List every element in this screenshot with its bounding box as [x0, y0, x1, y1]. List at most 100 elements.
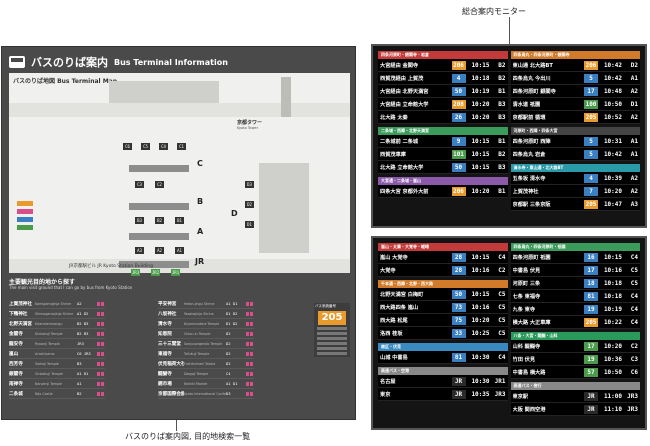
departure-destination: 大宮経由 北野天満宮 [380, 88, 429, 95]
departure-time: 10:20 [471, 187, 490, 195]
route-tags [97, 381, 105, 386]
route-number-badge: 205 [584, 112, 598, 122]
departure-destination: 東山通 北大路BT [512, 62, 553, 69]
stop-marker: JR2 [151, 269, 160, 276]
destination-section-subtitle: The main visit ground that I can go by b… [9, 285, 133, 290]
departure-row: 大覚寺 28 10:16 C2 [378, 264, 508, 277]
destination-name-en: Fushimiinari Taisha [184, 361, 216, 366]
departure-group: 二条城・西陣・北野天満宮 二条城前 二条城 9 10:15 B1 西賀茂車庫 101 10:1… [378, 127, 508, 174]
destination-row: 上賀茂神社 Kamigamojinja Shrine A2 [9, 299, 105, 309]
departure-time: 11:00 [603, 392, 622, 400]
departure-row: 東京駅 JR 11:00 JR3 [510, 390, 640, 403]
route-number-badge: 206 [451, 186, 466, 196]
departure-group: 嵐山・太秦・大覚寺・嵯峨 嵐山 大覚寺 28 10:15 C4 大覚寺 28 10:16 C2 [378, 243, 508, 277]
route-number-badge: JR [584, 404, 598, 414]
departure-bay: B1 [498, 137, 506, 145]
destination-bays: D2 [226, 341, 231, 346]
departure-destination: 京都駅前 循環 [512, 114, 546, 121]
departure-group-header: 二条城・西陣・北野天満宮 [378, 127, 508, 135]
route-number-badge: 19 [584, 304, 598, 314]
destination-name-en: Daigoji Temple [184, 371, 209, 376]
route-number-badge: JR [451, 389, 466, 399]
route-number-badge: 9 [451, 136, 466, 146]
departure-bay: A1 [630, 74, 638, 82]
departure-row: 山城 中書島 81 10:30 C4 [378, 351, 508, 364]
departure-time: 10:35 [471, 390, 490, 398]
departure-row: 五条坂 清水寺 4 10:39 A2 [510, 172, 640, 185]
destination-bays: A1 D1 [77, 371, 89, 376]
destination-name-en: Kamigamojinja Shrine [35, 301, 72, 306]
departure-time: 10:15 [471, 290, 490, 298]
destination-name: 伏見稲荷大社 [158, 361, 184, 367]
destination-row: 銀閣寺 Ginkakuji Temple A1 D1 [9, 369, 105, 379]
destination-name: 下鴨神社 [9, 311, 28, 317]
route-number-badge: 18 [584, 278, 598, 288]
destination-row: 西芳寺 Saihoji Temple B3 [9, 359, 105, 369]
route-number-badge: 81 [451, 352, 466, 362]
departure-row: 中書島 伏見 17 10:16 C5 [510, 264, 640, 277]
departure-group-header: 嵐山・太秦・大覚寺・嵯峨 [378, 243, 508, 251]
destination-name: 三十三間堂 [158, 341, 181, 347]
departure-bay: A2 [630, 174, 638, 182]
departure-destination: 西大路 松尾 [380, 317, 408, 324]
departure-time: 10:16 [603, 266, 622, 274]
board-caption: バスのりば案内図, 目的地検索一覧 [125, 432, 251, 441]
departure-bay: B3 [498, 113, 506, 121]
destination-row: 北野天満宮 Kitanotenmangu B2 B3 [9, 319, 105, 329]
departure-time: 10:50 [603, 368, 622, 376]
route-tags [97, 361, 105, 366]
departure-bay: A2 [630, 87, 638, 95]
departure-destination: 中書島 横大路 [512, 369, 546, 376]
departure-destination: 横大路 大正車庫 [512, 319, 551, 326]
departure-time: 10:47 [603, 200, 622, 208]
route-number-badge: 50 [451, 289, 466, 299]
departure-time: 10:18 [603, 279, 622, 287]
route-key-caption: バス系統番号 [315, 304, 336, 308]
departure-bay: C6 [630, 368, 638, 376]
departure-time: 10:15 [471, 163, 490, 171]
departure-time: 11:10 [603, 405, 622, 413]
departure-row: 名古屋 JR 10:30 JR1 [378, 375, 508, 388]
departure-time: 10:15 [471, 150, 490, 158]
route-number-badge: 5 [584, 149, 598, 159]
route-key-rows [314, 327, 350, 355]
destination-name-en: Chion-in Temple [184, 331, 211, 336]
destination-row: 平安神宮 Heian-jingu Shrine A1 D1 [158, 299, 254, 309]
destination-name-en: Yasakajinja Shrine [184, 311, 214, 316]
route-tags [246, 351, 254, 356]
destination-name: 南禅寺 [9, 381, 23, 387]
stop-marker: B1 [175, 217, 184, 224]
departure-bay: A1 [630, 137, 638, 145]
departure-group-header: 八条・大宮・醍醐・山科 [510, 332, 640, 340]
departure-bay: A1 [630, 150, 638, 158]
departure-group: 大宮通・二条城・嵐山 四条大宮 京都外大前 206 10:20 B1 [378, 177, 508, 198]
departure-group-header: 千本通・西陣・北野・西大路 [378, 280, 508, 288]
departure-destination: 大阪 関西空港 [512, 406, 546, 413]
destination-name-en: Saihoji Temple [35, 361, 59, 366]
departure-bay: JR3 [494, 390, 506, 398]
monitor-2-right-column: 四条烏丸・四条河原町・祇園 四条河原町 祇園 16 10:15 C4 中書島 伏見 17 10… [510, 243, 640, 423]
departure-row: 二条城前 二条城 9 10:15 B1 [378, 135, 508, 148]
monitor-2-left-column: 嵐山・太秦・大覚寺・嵯峨 嵐山 大覚寺 28 10:15 C4 大覚寺 28 10:16 C2 千… [378, 243, 508, 423]
departure-row: 西大路四条 嵐山 73 10:16 C5 [378, 301, 508, 314]
departure-group: 高速バス・夜行 東京駅 JR 11:00 JR3 大阪 関西空港 JR 11:10 JR3 [510, 382, 640, 416]
departure-destination: 西大路四条 嵐山 [380, 304, 419, 311]
caption-leader-line [176, 420, 177, 431]
departure-time: 10:42 [603, 150, 622, 158]
kyoto-tower-shape [281, 77, 291, 117]
departure-row: 北大路 太秦 26 10:20 B3 [378, 111, 508, 124]
departure-destination: 北野天満宮 白梅町 [380, 291, 424, 298]
legend-swatch [17, 201, 33, 206]
departure-time: 10:42 [603, 61, 622, 69]
stop-marker: C3 [135, 181, 144, 188]
departure-destination: 西賀茂経由 上賀茂 [380, 75, 424, 82]
departure-destination: 九条 東寺 [512, 306, 536, 313]
route-number-badge: 205 [584, 317, 598, 327]
departure-bay: B1 [498, 187, 506, 195]
destination-name: 平安神宮 [158, 301, 177, 307]
departure-bay: C5 [498, 329, 506, 337]
destination-name-en: Kiyomizudera Temple [184, 321, 220, 326]
stop-marker: JR1 [171, 269, 180, 276]
route-tags [246, 311, 254, 316]
route-number-badge: 17 [584, 341, 598, 351]
